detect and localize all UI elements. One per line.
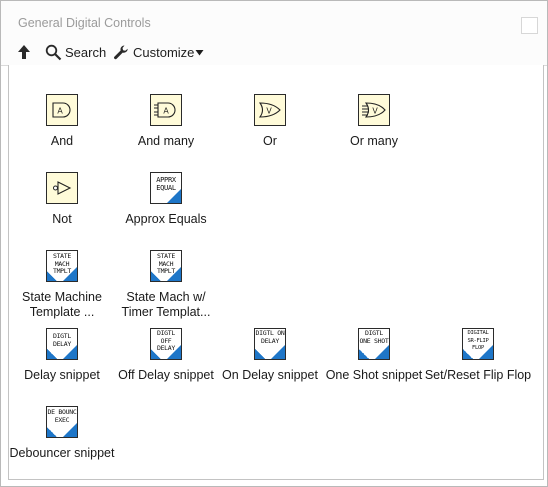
vi-corner-decoration — [63, 423, 77, 437]
state-machine-timer-vi-icon: STATE MACH TMPLT — [150, 250, 182, 282]
and-many-gate-icon: A — [150, 94, 182, 126]
wrench-icon — [114, 44, 128, 59]
search-icon — [45, 44, 62, 60]
or-gate-icon: V — [254, 94, 286, 126]
item-label: Set/Reset Flip Flop — [424, 368, 532, 382]
item-label: Off Delay snippet — [118, 368, 214, 382]
item-label: State Mach w/ Timer Templat... — [121, 290, 211, 319]
vi-corner-decoration — [47, 349, 57, 359]
and-gate-icon: A — [46, 94, 78, 126]
on-delay-vi-icon: DIGTL ON DELAY — [254, 328, 286, 360]
palette-window: General Digital Controls Search Customiz… — [0, 0, 548, 487]
up-button[interactable] — [16, 43, 32, 61]
search-label: Search — [65, 44, 107, 60]
svg-text:A: A — [57, 107, 63, 116]
item-label: Not — [52, 212, 72, 226]
sr-flip-flop-vi-icon: DIGITAL SR-FLIP FLOP — [462, 328, 494, 360]
off-delay-vi-icon: DIGTL OFF DELAY — [150, 328, 182, 360]
vi-corner-decoration — [375, 345, 389, 359]
item-label: And many — [137, 134, 195, 148]
item-label: Debouncer snippet — [9, 446, 115, 460]
svg-text:V: V — [372, 107, 378, 116]
icon-caption: DIGITAL SR-FLIP FLOP — [467, 330, 489, 351]
item-label: On Delay snippet — [222, 368, 318, 382]
item-label: Or many — [350, 134, 398, 148]
icon-caption: STATE MACH TMPLT — [52, 252, 72, 275]
delay-vi-icon: DIGTL DELAY — [46, 328, 78, 360]
vi-corner-decoration — [255, 349, 265, 359]
title-bar: General Digital Controls — [1, 1, 547, 39]
item-label: One Shot snippet — [325, 368, 423, 382]
item-label: Or — [263, 134, 277, 148]
dropdown-triangle-icon — [195, 49, 204, 55]
icon-caption: DIGTL ON DELAY — [255, 329, 285, 345]
customize-label: Customize — [133, 44, 195, 60]
not-gate-icon — [46, 172, 78, 204]
customize-menu[interactable]: Customize — [113, 43, 204, 61]
state-machine-vi-icon: STATE MACH TMPLT — [46, 250, 78, 282]
vi-corner-decoration — [47, 427, 57, 437]
svg-text:V: V — [266, 107, 272, 116]
icon-caption: APPRX EQUAL — [156, 176, 176, 192]
icon-caption: DIGTL DELAY — [52, 332, 72, 348]
item-label: And — [50, 134, 74, 148]
item-label: Approx Equals — [125, 212, 207, 226]
or-many-gate-icon: V — [358, 94, 390, 126]
search-button[interactable]: Search — [45, 43, 106, 61]
icon-caption: DE BOUNC EXEC — [47, 408, 77, 424]
vi-corner-decoration — [359, 349, 369, 359]
item-label: State Machine Template ... — [22, 290, 102, 319]
icon-caption: STATE MACH TMPLT — [156, 252, 176, 275]
palette-content: A And A And many V Or V Or many Not APPR… — [8, 65, 544, 480]
up-arrow-icon — [18, 45, 30, 59]
approx-equals-vi-icon: APPRX EQUAL — [150, 172, 182, 204]
close-button[interactable] — [521, 17, 538, 34]
icon-caption: DIGTL ONE SHOT — [359, 329, 389, 345]
one-shot-vi-icon: DIGTL ONE SHOT — [358, 328, 390, 360]
window-title: General Digital Controls — [18, 16, 151, 30]
svg-text:A: A — [163, 107, 169, 116]
icon-caption: DIGTL OFF DELAY — [156, 329, 176, 352]
debouncer-vi-icon: DE BOUNC EXEC — [46, 406, 78, 438]
item-label: Delay snippet — [24, 368, 100, 382]
vi-corner-decoration — [271, 345, 285, 359]
toolbar: Search Customize — [1, 39, 547, 66]
